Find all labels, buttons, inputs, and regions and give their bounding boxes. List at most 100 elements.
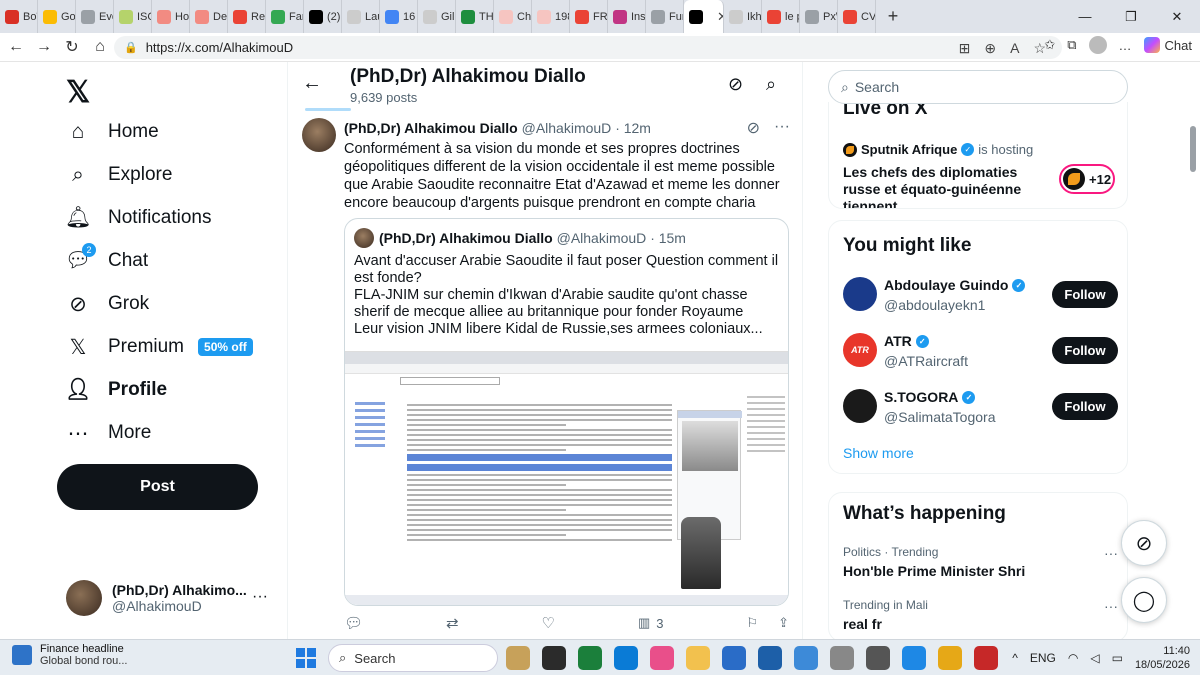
- wifi-icon[interactable]: ◠: [1068, 651, 1078, 665]
- repost-icon[interactable]: ⇄: [446, 614, 459, 632]
- browser-tab[interactable]: Fun: [646, 0, 684, 33]
- apps-icon[interactable]: ⊞: [959, 40, 971, 57]
- sidebar-item-premium[interactable]: 𝕏 Premium 50% off: [66, 335, 253, 359]
- browser-tab[interactable]: THE: [456, 0, 494, 33]
- follow-button[interactable]: Follow: [1052, 337, 1118, 364]
- chevron-up-icon[interactable]: ^: [1012, 651, 1018, 665]
- copilot-button[interactable]: Chat: [1143, 37, 1192, 53]
- grok-icon[interactable]: ⊘: [747, 118, 760, 138]
- tab-close-icon[interactable]: ✕: [717, 9, 723, 25]
- clock[interactable]: 11:40 18/05/2026: [1135, 644, 1190, 672]
- sidebar-item-grok[interactable]: ⊘ Grok: [66, 292, 149, 316]
- x-logo-icon[interactable]: 𝕏: [66, 75, 90, 110]
- trend-item[interactable]: Politics · Trending Hon'ble Prime Ministe…: [843, 545, 1118, 579]
- browser-tab[interactable]: Boît: [0, 0, 38, 33]
- tweet-author-handle[interactable]: @AlhakimouD: [522, 120, 612, 136]
- taskbar-app-icon[interactable]: [866, 646, 890, 670]
- volume-icon[interactable]: ◁: [1090, 651, 1099, 665]
- taskbar-app-icon[interactable]: [830, 646, 854, 670]
- avatar[interactable]: [843, 389, 877, 423]
- views-button[interactable]: ▥ 3: [638, 615, 664, 631]
- browser-tab[interactable]: Ever: [76, 0, 114, 33]
- browser-tab[interactable]: ✕: [684, 0, 724, 33]
- post-button[interactable]: Post: [57, 464, 258, 510]
- browser-tab[interactable]: Laur: [342, 0, 380, 33]
- sidebar-item-chat[interactable]: 💬︎ 2 Chat: [65, 243, 148, 273]
- browser-tab[interactable]: Ikhv: [724, 0, 762, 33]
- quoted-tweet[interactable]: (PhD,Dr) Alhakimou Diallo @AlhakimouD · …: [344, 218, 789, 606]
- suggestion-row[interactable]: ATR ATR ✓ @ATRaircraft Follow: [843, 333, 1118, 373]
- browser-tab[interactable]: 16 n: [380, 0, 418, 33]
- url-field[interactable]: 🔒 https://x.com/AlhakimouD ⊞ ⊕ A ☆: [114, 36, 1062, 59]
- browser-tab[interactable]: (2) D: [304, 0, 342, 33]
- browser-tab[interactable]: CV1: [838, 0, 876, 33]
- suggestion-row[interactable]: Abdoulaye Guindo ✓ @abdoulayekn1 Follow: [843, 277, 1118, 317]
- taskbar-app-icon[interactable]: [902, 646, 926, 670]
- browser-profile-avatar[interactable]: [1088, 36, 1107, 54]
- browser-tab[interactable]: Fan: [266, 0, 304, 33]
- forward-arrow-icon[interactable]: →: [30, 33, 58, 61]
- live-on-x-card[interactable]: Live on X Sputnik Afrique ✓ is hosting L…: [828, 102, 1128, 209]
- show-more-link[interactable]: Show more: [843, 445, 914, 461]
- taskbar-app-icon[interactable]: [974, 646, 998, 670]
- chat-float-button[interactable]: ◯: [1121, 577, 1167, 623]
- taskbar-app-icon[interactable]: [722, 646, 746, 670]
- browser-tab[interactable]: Che: [494, 0, 532, 33]
- sidebar-item-profile[interactable]: 👤︎ Profile: [65, 378, 167, 402]
- maximize-button[interactable]: ❐: [1108, 0, 1154, 33]
- trend-item[interactable]: Trending in Mali real fr ···: [843, 598, 1118, 632]
- read-aloud-icon[interactable]: A: [1010, 40, 1019, 57]
- browser-tab[interactable]: Deta: [190, 0, 228, 33]
- like-icon[interactable]: ♡: [542, 614, 555, 632]
- taskbar-app-icon[interactable]: [686, 646, 710, 670]
- browser-tab[interactable]: ISC: [114, 0, 152, 33]
- minimize-button[interactable]: —: [1062, 0, 1108, 33]
- scrollbar[interactable]: [1190, 126, 1196, 172]
- favorites-icon[interactable]: ✩: [1044, 37, 1055, 53]
- sidebar-item-more[interactable]: ⋯ More: [66, 421, 152, 445]
- new-tab-button[interactable]: +: [882, 6, 904, 27]
- browser-tab[interactable]: 198: [532, 0, 570, 33]
- suggestion-row[interactable]: S.TOGORA ✓ @SalimataTogora Follow: [843, 389, 1118, 429]
- browser-tab[interactable]: PxW: [800, 0, 838, 33]
- close-window-button[interactable]: ✕: [1154, 0, 1200, 33]
- sidebar-item-explore[interactable]: ⌕ Explore: [66, 163, 172, 187]
- zoom-icon[interactable]: ⊕: [984, 40, 996, 57]
- share-icon[interactable]: ⇪: [778, 615, 789, 631]
- taskbar-app-icon[interactable]: [650, 646, 674, 670]
- browser-tab[interactable]: Gile: [418, 0, 456, 33]
- taskbar-app-icon[interactable]: [614, 646, 638, 670]
- browser-tab[interactable]: Hor: [152, 0, 190, 33]
- windows-start-icon[interactable]: [296, 648, 316, 668]
- browser-tab[interactable]: FRA: [570, 0, 608, 33]
- browser-tab[interactable]: Inst: [608, 0, 646, 33]
- live-listeners[interactable]: +12: [1059, 164, 1115, 194]
- browser-tab[interactable]: Goo: [38, 0, 76, 33]
- browser-tab[interactable]: le p: [762, 0, 800, 33]
- sidebar-item-notifications[interactable]: 🔔︎ Notifications: [65, 206, 212, 230]
- battery-icon[interactable]: ▭: [1112, 651, 1123, 665]
- taskbar-app-icon[interactable]: [794, 646, 818, 670]
- more-icon[interactable]: ···: [774, 118, 790, 138]
- language-indicator[interactable]: ENG: [1030, 651, 1056, 665]
- search-icon[interactable]: ⌕: [766, 74, 776, 95]
- back-arrow-icon[interactable]: ←: [302, 72, 322, 95]
- home-browser-icon[interactable]: ⌂: [86, 33, 114, 61]
- collections-icon[interactable]: ⧉: [1067, 37, 1076, 53]
- reply-icon[interactable]: 💬︎: [344, 614, 363, 632]
- taskbar-app-icon[interactable]: [542, 646, 566, 670]
- follow-button[interactable]: Follow: [1052, 393, 1118, 420]
- trend-more-icon[interactable]: ···: [1104, 545, 1118, 561]
- taskbar-app-icon[interactable]: [578, 646, 602, 670]
- account-more-icon[interactable]: ···: [252, 588, 268, 606]
- avatar[interactable]: ATR: [843, 333, 877, 367]
- back-arrow-icon[interactable]: ←: [2, 33, 30, 61]
- tweet-time[interactable]: · 12m: [615, 120, 651, 136]
- tweet-author-name[interactable]: (PhD,Dr) Alhakimou Diallo: [344, 120, 518, 136]
- taskbar-search[interactable]: ⌕ Search: [328, 644, 498, 672]
- avatar[interactable]: [302, 118, 336, 152]
- taskbar-app-icon[interactable]: [758, 646, 782, 670]
- search-input[interactable]: ⌕ Search: [828, 70, 1128, 104]
- grok-icon[interactable]: ⊘: [728, 74, 743, 95]
- taskbar-app-icon[interactable]: [506, 646, 530, 670]
